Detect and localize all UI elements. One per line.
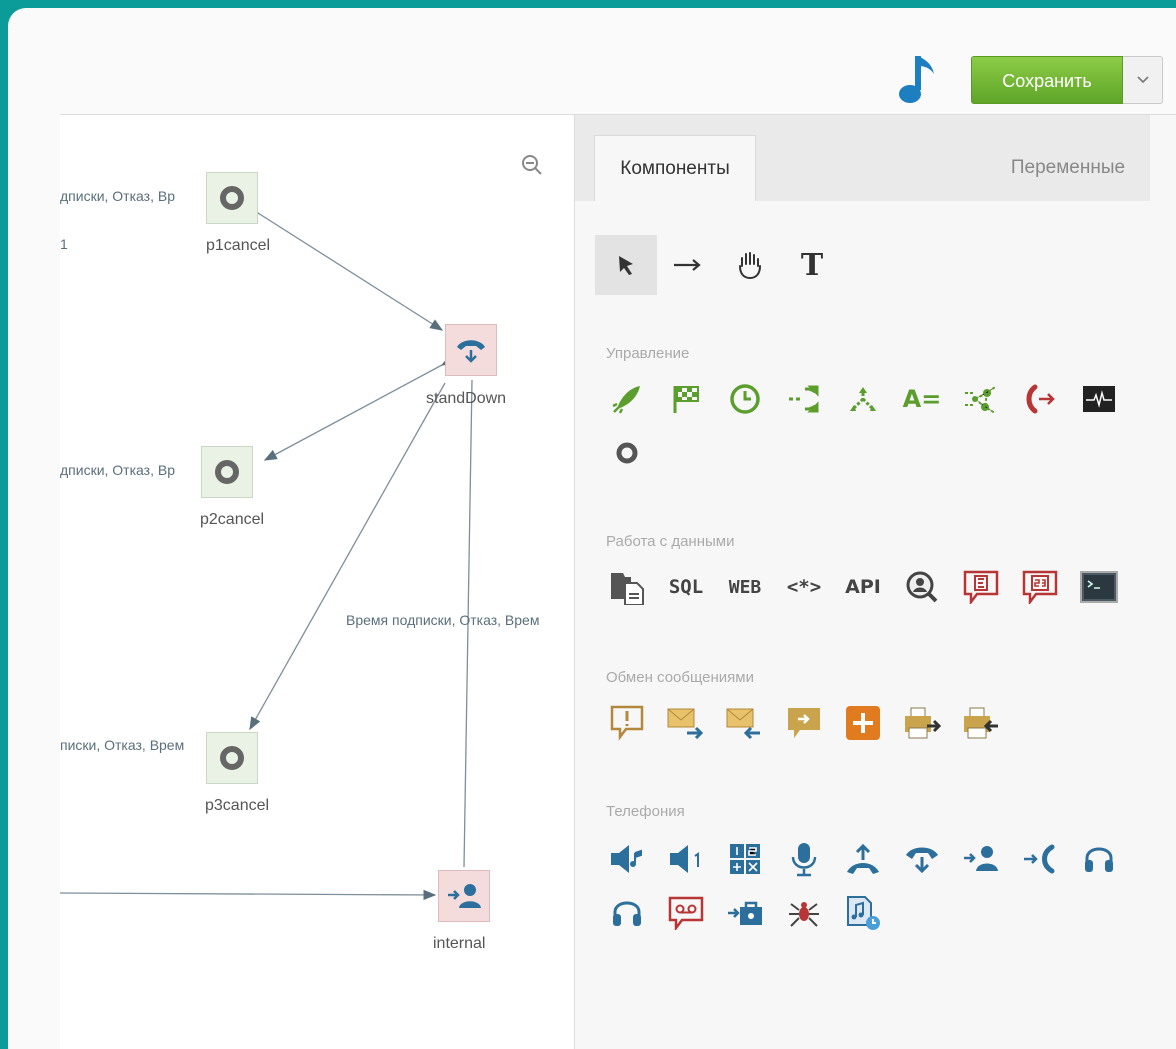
control-icons-row2 <box>607 433 666 473</box>
headset-icon[interactable] <box>1079 839 1119 879</box>
tool-row: T <box>595 235 843 295</box>
tab-components[interactable]: Компоненты <box>594 135 756 201</box>
transfer-user-icon <box>448 884 481 908</box>
edge-label-p3: писки, Отказ, Врем <box>60 737 185 753</box>
stop-icon <box>215 460 239 484</box>
text-icon[interactable]: T <box>781 235 843 295</box>
transfer-call-icon[interactable] <box>1020 839 1060 879</box>
telephony-icons <box>607 839 1138 879</box>
section-title-messaging: Обмен сообщениями <box>606 669 754 686</box>
plus-icon[interactable] <box>843 703 883 743</box>
tab-variables[interactable]: Переменные <box>988 135 1148 201</box>
email-data-icon[interactable] <box>961 567 1001 607</box>
telephony-icons-row2 <box>607 893 902 933</box>
edge-standdown-p2 <box>263 354 455 461</box>
flow-canvas[interactable]: дписки, Отказ, Вр 1 дписки, Отказ, Вр Вр… <box>60 115 574 1049</box>
dtmf-icon[interactable] <box>725 839 765 879</box>
branch-icon[interactable] <box>843 379 883 419</box>
section-title-telephony: Телефония <box>606 803 685 820</box>
node-p2cancel[interactable] <box>201 446 253 498</box>
edge-p1-standdown <box>245 202 444 331</box>
web-icon[interactable]: WEB <box>725 567 765 607</box>
top-toolbar: Сохранить <box>60 8 1176 115</box>
control-icons: A= <box>607 379 1138 419</box>
hand-icon[interactable] <box>719 235 781 295</box>
edge-standdown-p3 <box>249 382 446 731</box>
mail-receive-icon[interactable] <box>725 703 765 743</box>
node-label: p2cancel <box>200 511 265 528</box>
music-note-icon[interactable] <box>898 52 942 108</box>
play-sound-icon[interactable] <box>607 839 647 879</box>
pickup-icon[interactable] <box>843 839 883 879</box>
microphone-icon[interactable] <box>784 839 824 879</box>
stop-icon <box>220 746 244 770</box>
assign-icon[interactable]: A= <box>902 379 942 419</box>
transfer-dept-icon[interactable] <box>725 893 765 933</box>
node-label: p1cancel <box>206 237 271 254</box>
node-label: standDown <box>426 390 507 407</box>
s3-icon[interactable] <box>1020 567 1060 607</box>
section-title-data: Работа с данными <box>606 533 735 550</box>
edge-label-p1: дписки, Отказ, Вр <box>60 188 175 204</box>
api-icon[interactable]: API <box>843 567 883 607</box>
node-internal[interactable] <box>438 870 490 922</box>
node-standdown[interactable] <box>445 324 497 376</box>
fax-receive-icon[interactable] <box>961 703 1001 743</box>
pointer-icon[interactable] <box>595 235 657 295</box>
components-panel: Компоненты Переменные T Управление A= Ра… <box>574 115 1176 1049</box>
stop-icon[interactable] <box>607 433 647 473</box>
spider-icon[interactable] <box>784 893 824 933</box>
chevron-down-icon <box>1136 75 1150 85</box>
terminal-icon[interactable] <box>1079 567 1119 607</box>
hangup-icon <box>457 340 485 363</box>
music-file-icon[interactable] <box>843 893 883 933</box>
clock-icon[interactable] <box>725 379 765 419</box>
edge-to-internal <box>60 889 437 901</box>
save-button[interactable]: Сохранить <box>971 56 1123 104</box>
file-icon[interactable] <box>607 567 647 607</box>
section-title-control: Управление <box>606 345 690 362</box>
save-dropdown-button[interactable] <box>1123 56 1163 104</box>
random-icon[interactable] <box>961 379 1001 419</box>
node-p1cancel[interactable] <box>206 172 258 224</box>
mail-send-icon[interactable] <box>666 703 706 743</box>
voicemail-icon[interactable] <box>666 893 706 933</box>
node-label: internal <box>433 935 486 952</box>
hangup-icon[interactable] <box>902 839 942 879</box>
alert-icon[interactable] <box>607 703 647 743</box>
messaging-icons <box>607 703 1020 743</box>
rocket-icon[interactable] <box>607 379 647 419</box>
edge-label-p1b: 1 <box>60 236 68 252</box>
edges-layer <box>60 202 473 901</box>
search-user-icon[interactable] <box>902 567 942 607</box>
stop-icon <box>220 186 244 210</box>
transfer-user-icon[interactable] <box>961 839 1001 879</box>
exit-call-icon[interactable] <box>1020 379 1060 419</box>
edge-label-internal: Время подписки, Отказ, Врем <box>346 612 540 628</box>
sql-icon[interactable]: SQL <box>666 567 706 607</box>
save-button-group: Сохранить <box>971 56 1163 104</box>
monitor-icon[interactable] <box>1079 379 1119 419</box>
fax-send-icon[interactable] <box>902 703 942 743</box>
edge-label-p2: дписки, Отказ, Вр <box>60 462 175 478</box>
play-number-icon[interactable] <box>666 839 706 879</box>
node-p3cancel[interactable] <box>206 732 258 784</box>
app-frame: Сохранить дписки, Отказ, Вр 1 дписки, От… <box>8 8 1176 1049</box>
node-label: p3cancel <box>205 797 270 814</box>
arrow-right-icon[interactable] <box>657 235 719 295</box>
flag-icon[interactable] <box>666 379 706 419</box>
headset2-icon[interactable] <box>607 893 647 933</box>
split-icon[interactable] <box>784 379 824 419</box>
panel-tabs: Компоненты Переменные <box>575 115 1150 201</box>
regex-icon[interactable]: <*> <box>784 567 824 607</box>
chat-icon[interactable] <box>784 703 824 743</box>
zoom-out-icon[interactable] <box>520 153 544 177</box>
data-icons: SQL WEB <*> API <box>607 567 1138 607</box>
